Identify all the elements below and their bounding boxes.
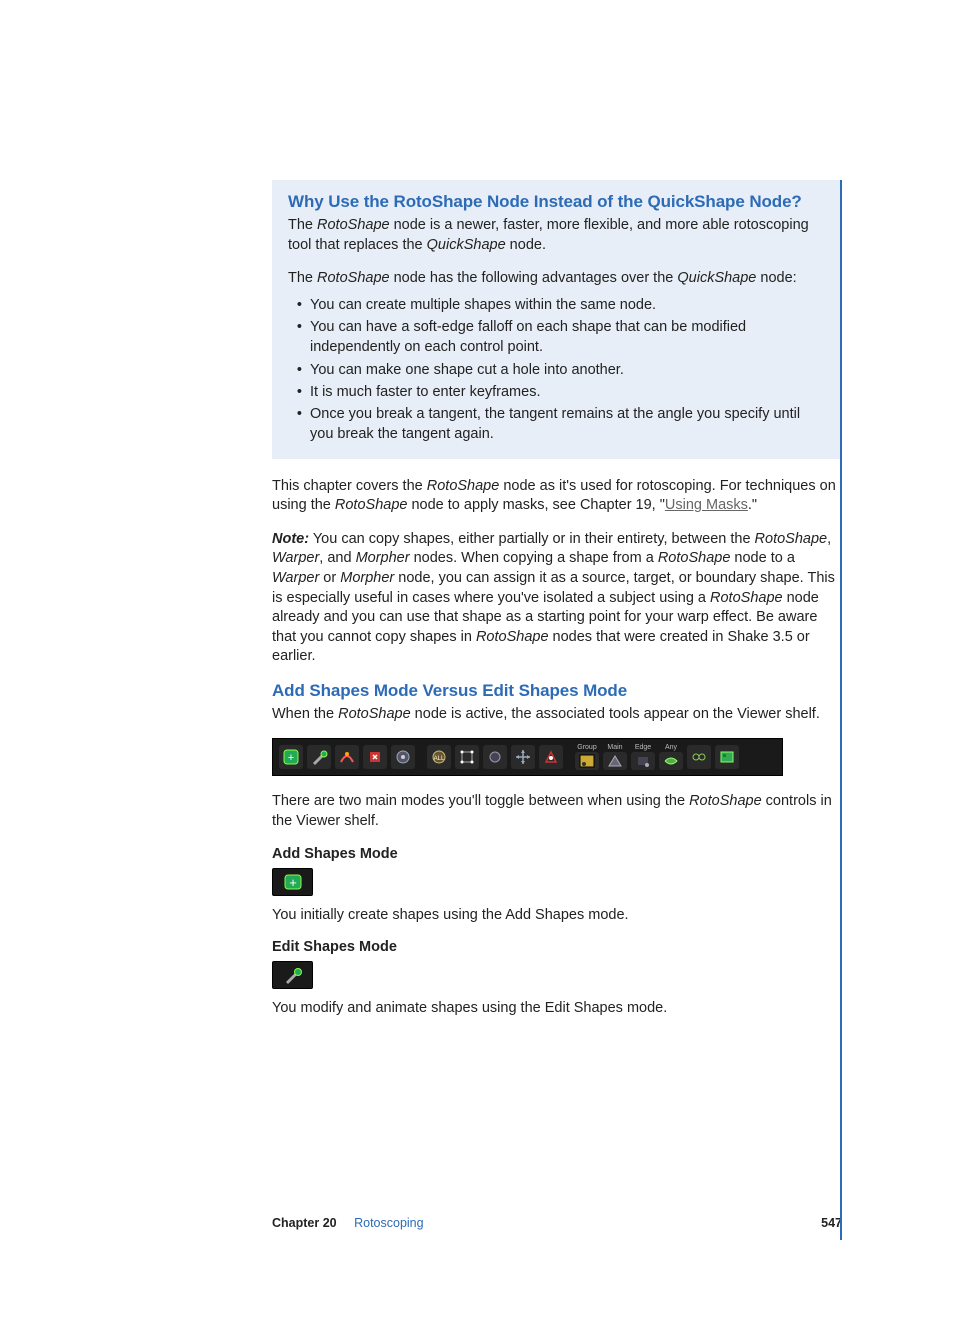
any-stack[interactable]: Any	[659, 744, 683, 770]
tangent-icon[interactable]	[335, 745, 359, 769]
footer-title: Rotoscoping	[354, 1216, 424, 1230]
main-icon[interactable]	[603, 752, 627, 770]
transform-icon[interactable]	[455, 745, 479, 769]
list-item: You can create multiple shapes within th…	[310, 295, 826, 315]
body-para-6: You modify and animate shapes using the …	[272, 999, 842, 1019]
list-item: You can make one shape cut a hole into a…	[310, 360, 826, 380]
heading-add-vs-edit: Add Shapes Mode Versus Edit Shapes Mode	[272, 681, 842, 701]
body-para-5: You initially create shapes using the Ad…	[272, 906, 842, 926]
edge-label: Edge	[631, 744, 655, 751]
group-stack[interactable]: Group	[575, 744, 599, 770]
viewer-shelf-toolbar: + ALL Group Main Edge Any	[272, 738, 783, 776]
edit-shapes-mode-icon	[272, 961, 313, 989]
body-para-1: This chapter covers the RotoShape node a…	[272, 477, 842, 516]
edge-icon[interactable]	[631, 752, 655, 770]
select-all-icon[interactable]: ALL	[427, 745, 451, 769]
list-item: You can have a soft-edge falloff on each…	[310, 317, 826, 358]
page-content: Why Use the RotoShape Node Instead of th…	[0, 0, 954, 1320]
page-footer: Chapter 20 Rotoscoping 547	[272, 1216, 842, 1230]
note-label: Note:	[272, 531, 309, 547]
delete-point-icon[interactable]	[363, 745, 387, 769]
footer-page-number: 547	[821, 1216, 842, 1230]
link-icon[interactable]	[687, 745, 711, 769]
any-icon[interactable]	[659, 752, 683, 770]
svg-text:+: +	[288, 752, 294, 764]
add-shapes-mode-icon: +	[272, 868, 313, 896]
main-label: Main	[603, 744, 627, 751]
list-item: Once you break a tangent, the tangent re…	[310, 404, 826, 445]
group-label: Group	[575, 744, 599, 751]
using-masks-link[interactable]: Using Masks	[665, 497, 748, 513]
footer-chapter: Chapter 20	[272, 1216, 337, 1230]
render-icon[interactable]	[715, 745, 739, 769]
main-stack[interactable]: Main	[603, 744, 627, 770]
hide-tangents-icon[interactable]	[483, 745, 507, 769]
note-para: Note: You can copy shapes, either partia…	[272, 530, 842, 667]
callout-para-1: The RotoShape node is a newer, faster, m…	[288, 216, 826, 255]
edit-shapes-icon[interactable]	[307, 745, 331, 769]
svg-text:ALL: ALL	[434, 756, 445, 762]
move-icon[interactable]	[511, 745, 535, 769]
svg-text:+: +	[289, 875, 297, 890]
add-shapes-icon[interactable]: +	[279, 745, 303, 769]
body-para-4: There are two main modes you'll toggle b…	[272, 792, 842, 831]
group-icon[interactable]	[575, 752, 599, 770]
edge-stack[interactable]: Edge	[631, 744, 655, 770]
callout-list: You can create multiple shapes within th…	[288, 295, 826, 445]
callout-heading: Why Use the RotoShape Node Instead of th…	[288, 192, 826, 212]
subhead-add-shapes: Add Shapes Mode	[272, 846, 842, 862]
shape-visibility-icon[interactable]	[391, 745, 415, 769]
list-item: It is much faster to enter keyframes.	[310, 382, 826, 402]
body-para-3: When the RotoShape node is active, the a…	[272, 705, 842, 725]
any-label: Any	[659, 744, 683, 751]
subhead-edit-shapes: Edit Shapes Mode	[272, 939, 842, 955]
page-rule	[840, 180, 842, 1240]
callout-para-2: The RotoShape node has the following adv…	[288, 269, 826, 289]
keyframe-icon[interactable]	[539, 745, 563, 769]
callout-box: Why Use the RotoShape Node Instead of th…	[272, 180, 842, 459]
